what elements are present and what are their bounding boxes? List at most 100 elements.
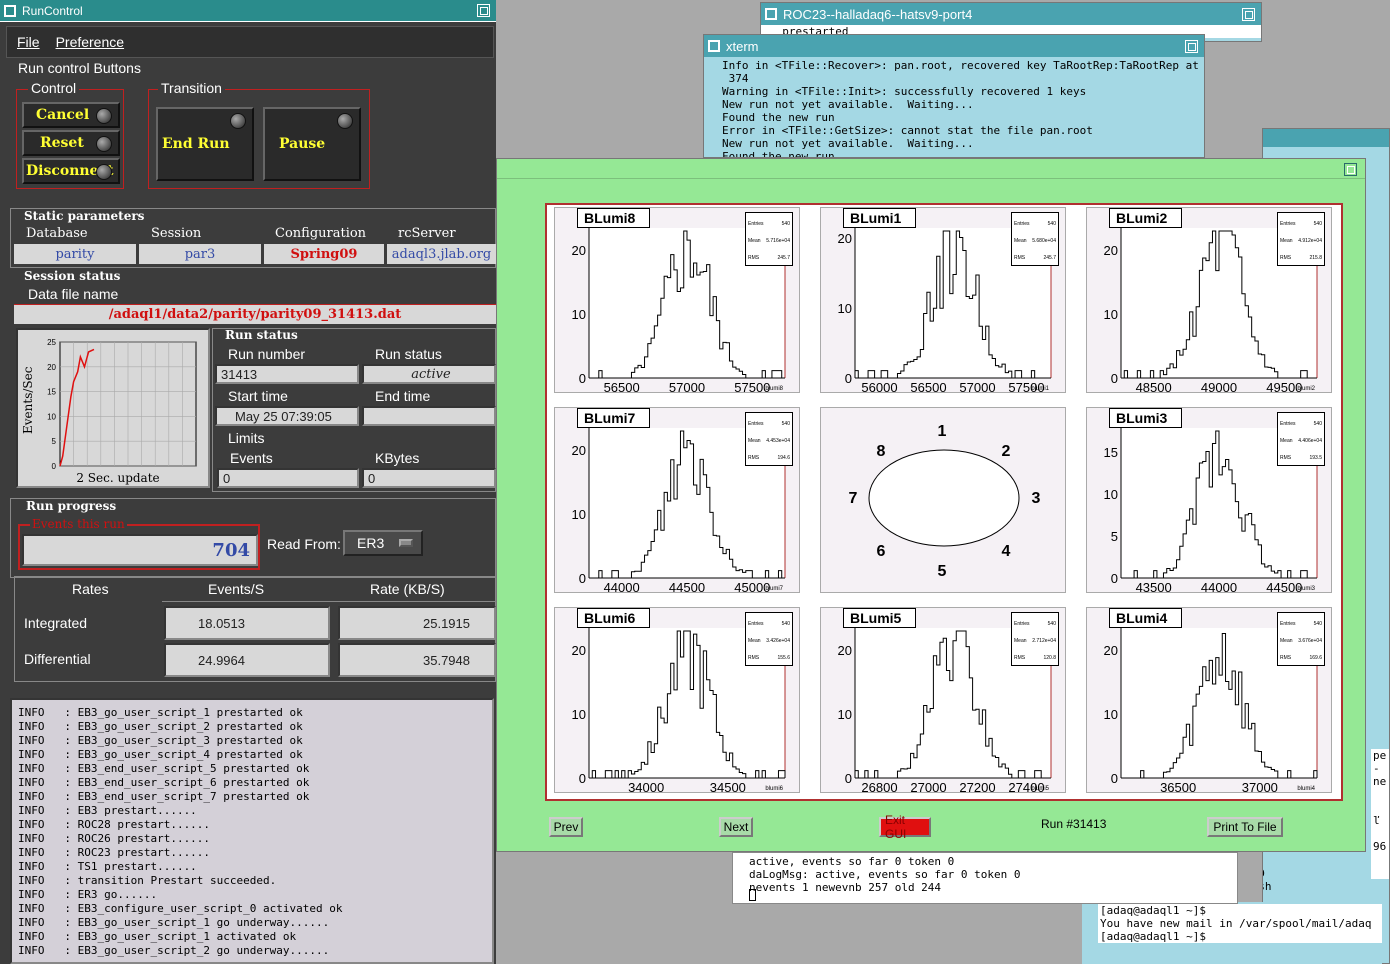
log-panel[interactable]: INFO : EB3_go_user_script_1 prestarted o… xyxy=(10,698,494,964)
maximize-icon[interactable] xyxy=(1242,7,1255,21)
run-progress-label: Run progress xyxy=(26,499,117,513)
histogram-pad[interactable]: 15 10 5 0 43500 44000 44500 blumi3 BLumi3 Entries… xyxy=(1086,407,1332,593)
graph-ytick: 10 xyxy=(47,412,56,421)
disconnect-button[interactable]: Disconnect xyxy=(22,158,120,184)
histogram-ytick: 10 xyxy=(1104,707,1118,722)
histogram-xname: blumi1 xyxy=(1031,386,1049,392)
events-limit-field[interactable]: 0 xyxy=(217,468,359,488)
end-time-label: End time xyxy=(375,388,431,404)
log-line: INFO : EB3_go_user_script_1 go underway.… xyxy=(18,916,330,929)
histogram-title: BLumi7 xyxy=(577,408,651,428)
log-line: INFO : ROC26 prestart...... xyxy=(18,832,211,845)
start-time-field: May 25 07:39:05 xyxy=(215,406,359,426)
histogram-xname: blumi4 xyxy=(1297,786,1315,792)
histogram-pad[interactable]: 20 10 0 44000 44500 45000 blumi7 BLumi7 Entries 5… xyxy=(554,407,800,593)
window-menu-icon[interactable] xyxy=(765,8,777,20)
histogram-xtick: 56500 xyxy=(604,380,640,393)
histogram-xtick: 26800 xyxy=(861,780,897,793)
limits-label: Limits xyxy=(228,430,265,446)
run-number-label: Run #31413 xyxy=(1041,817,1107,831)
right-terminal-text: CMDbashps xyxy=(1263,867,1323,906)
events-this-run-value: 704 xyxy=(22,534,258,566)
kbytes-limit-field[interactable]: 0 xyxy=(362,468,496,488)
histogram-pad[interactable]: 20 10 0 36500 37000 blumi4 BLumi4 Entries 540 Mea… xyxy=(1086,607,1332,793)
histogram-ytick: 15 xyxy=(1104,445,1118,460)
roc23-titlebar[interactable]: ROC23--halladaq6--hatsv9-port4 xyxy=(761,3,1261,25)
configuration-label: Configuration xyxy=(275,226,367,241)
histogram-pad[interactable]: 20 10 0 48500 49000 49500 blumi2 BLumi2 Entries 5… xyxy=(1086,207,1332,393)
xterm-titlebar[interactable]: xterm xyxy=(704,35,1204,57)
led-icon xyxy=(96,108,112,124)
log-line: INFO : EB3_go_user_script_2 prestarted o… xyxy=(18,720,303,733)
rcserver-label: rcServer xyxy=(398,226,456,241)
histogram-pad[interactable]: 20 10 0 56500 57000 57500 blumi8 BLumi8 Entries 5… xyxy=(554,207,800,393)
histogram-title: BLumi6 xyxy=(577,608,651,628)
lumi-ellipse xyxy=(868,449,1020,547)
histogram-pad[interactable]: 20 10 0 34000 34500 blumi6 BLumi6 Entries 540 Mea… xyxy=(554,607,800,793)
histogram-xtick: 48500 xyxy=(1136,380,1172,393)
runcontrol-titlebar[interactable]: RunControl xyxy=(0,0,496,22)
maximize-icon[interactable] xyxy=(477,4,490,17)
window-menu-icon[interactable] xyxy=(4,4,16,17)
lumi-number: 3 xyxy=(1032,490,1041,507)
shell-text: [adaq@adaql1 ~]$ You have new mail in /va… xyxy=(1098,904,1382,943)
terminal-line: You have new mail in /var/spool/mail/ada… xyxy=(1100,917,1372,930)
histogram-title: BLumi1 xyxy=(843,208,917,228)
lumi-number: 2 xyxy=(1002,443,1011,460)
histogram-ytick: 0 xyxy=(1111,371,1118,386)
print-to-file-button[interactable]: Print To File xyxy=(1207,817,1283,837)
log-line: INFO : EB3_go_user_script_1 activated ok xyxy=(18,930,297,943)
menu-preference[interactable]: Preference xyxy=(56,34,124,50)
bottom-terminal-window[interactable]: active, events so far 0 token 0 daLogMsg:… xyxy=(732,852,1238,904)
histogram-pad[interactable]: 20 10 0 26800 27000 27200 27400 blumi5 BLumi5 Ent… xyxy=(820,607,1066,793)
prev-button[interactable]: Prev xyxy=(549,817,583,837)
rates-header: Rates xyxy=(72,581,109,597)
rcserver-value: adaql3.jlab.org xyxy=(387,244,496,264)
xterm-window[interactable]: xterm Info in <TFile::Recover>: pan.root… xyxy=(703,34,1205,158)
maximize-icon[interactable] xyxy=(1185,39,1198,53)
events-limit-label: Events xyxy=(230,450,273,466)
led-icon xyxy=(230,113,246,129)
menu-file[interactable]: File xyxy=(17,34,40,50)
session-status-label: Session status xyxy=(24,269,121,283)
log-line: INFO : EB3_configure_user_script_0 activ… xyxy=(18,902,343,915)
reset-button[interactable]: Reset xyxy=(22,130,120,156)
histogram-xname: blumi7 xyxy=(765,586,783,592)
terminal-line: Error in <TFile::GetSize>: cannot stat t… xyxy=(722,124,1093,137)
read-from-select[interactable]: ER3 xyxy=(343,530,423,556)
exit-gui-button[interactable]: Exit GUI xyxy=(879,813,931,841)
led-icon xyxy=(337,113,353,129)
histogram-ytick: 10 xyxy=(572,707,586,722)
root-canvas-window[interactable]: 20 10 0 56500 57000 57500 blumi8 BLumi8 Entries 5… xyxy=(496,158,1366,852)
histogram-xname: blumi3 xyxy=(1297,586,1315,592)
led-icon xyxy=(96,164,112,180)
graph-update-label: 2 Sec. update xyxy=(76,471,159,485)
shell-window[interactable]: [adaq@adaql1 ~]$ You have new mail in /va… xyxy=(1082,902,1382,964)
run-number-label: Run number xyxy=(228,346,306,362)
cancel-button[interactable]: Cancel xyxy=(22,102,120,128)
histogram-ytick: 10 xyxy=(572,507,586,522)
histogram-ytick: 0 xyxy=(579,571,586,586)
maximize-icon[interactable] xyxy=(1344,163,1357,176)
histogram-pad[interactable]: 20 10 0 56000 56500 57000 57500 blumi1 BLumi1 Ent… xyxy=(820,207,1066,393)
pause-button[interactable]: Pause xyxy=(263,107,361,181)
log-line: INFO : EB3_end_user_script_7 prestarted … xyxy=(18,790,310,803)
stat-box: Entries 540 Mean 4.453e+04 RMS 194.6 xyxy=(745,412,793,466)
log-line: INFO : transition Prestart succeeded. xyxy=(18,874,277,887)
stat-box: Entries 540 Mean 4.406e+04 RMS 193.5 xyxy=(1277,412,1325,466)
terminal-line: Warning in <TFile::Init>: successfully r… xyxy=(722,85,1087,98)
histogram-ytick: 10 xyxy=(838,707,852,722)
end-run-button[interactable]: End Run xyxy=(156,107,254,181)
terminal-line: [adaq@adaql1 ~]$ xyxy=(1100,904,1206,917)
runcontrol-window[interactable]: RunControl File Preference Run control B… xyxy=(0,0,496,964)
histogram-ytick: 10 xyxy=(1104,487,1118,502)
histogram-ytick: 20 xyxy=(572,643,586,658)
window-menu-icon[interactable] xyxy=(708,40,720,52)
kbytes-limit-label: KBytes xyxy=(375,450,420,466)
lumi-number: 1 xyxy=(938,423,947,440)
histogram-ytick: 0 xyxy=(1111,571,1118,586)
next-button[interactable]: Next xyxy=(719,817,753,837)
stat-box: Entries 540 Mean 4.912e+04 RMS 215.8 xyxy=(1277,212,1325,266)
session-label: Session xyxy=(151,226,202,241)
dropdown-icon xyxy=(399,539,413,547)
